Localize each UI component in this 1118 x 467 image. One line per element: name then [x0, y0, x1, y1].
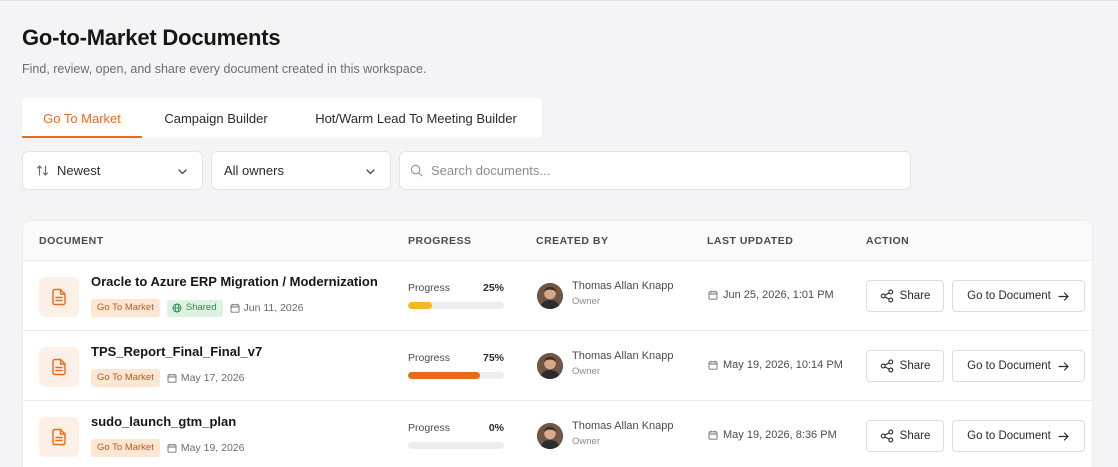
document-meta: Go To Market May 17, 2026 — [91, 369, 245, 387]
last-updated: May 19, 2026, 10:14 PM — [708, 359, 843, 371]
column-header-document: DOCUMENT — [39, 235, 104, 247]
document-title[interactable]: sudo_launch_gtm_plan — [91, 414, 236, 429]
share-button-label: Share — [899, 360, 931, 372]
calendar-icon — [708, 360, 718, 370]
documents-table: DOCUMENT PROGRESS CREATED BY LAST UPDATE… — [22, 220, 1093, 467]
progress-percent: 75% — [483, 352, 505, 364]
share-button[interactable]: Share — [866, 280, 944, 312]
owner-name: Thomas Allan Knapp — [572, 350, 674, 362]
share-icon — [880, 429, 893, 443]
progress-label: Progress — [408, 352, 451, 364]
tab-lead-to-meeting-builder[interactable]: Hot/Warm Lead To Meeting Builder — [290, 98, 542, 138]
column-header-created-by: CREATED BY — [536, 235, 609, 247]
avatar — [537, 353, 563, 379]
calendar-icon — [708, 430, 718, 440]
shared-badge-label: Shared — [185, 301, 217, 313]
last-updated: May 19, 2026, 8:36 PM — [708, 429, 837, 441]
created-date-text: May 19, 2026 — [180, 442, 245, 454]
owner-role: Owner — [572, 296, 600, 307]
progress-fill — [408, 302, 432, 309]
go-to-document-label: Go to Document — [967, 430, 1051, 442]
sort-select[interactable]: Newest — [22, 151, 203, 190]
avatar — [537, 423, 563, 449]
document-title[interactable]: Oracle to Azure ERP Migration / Moderniz… — [91, 274, 378, 289]
owner-role: Owner — [572, 366, 600, 377]
go-to-document-label: Go to Document — [967, 360, 1051, 372]
share-icon — [880, 289, 893, 303]
arrow-right-icon — [1058, 431, 1069, 441]
document-title[interactable]: TPS_Report_Final_Final_v7 — [91, 344, 262, 359]
created-date: Jun 11, 2026 — [230, 302, 304, 314]
category-badge: Go To Market — [91, 299, 160, 317]
share-icon — [880, 359, 893, 373]
calendar-icon — [167, 373, 177, 383]
progress-bar — [408, 442, 504, 449]
globe-icon — [172, 303, 182, 312]
arrow-right-icon — [1058, 361, 1069, 371]
last-updated: Jun 25, 2026, 1:01 PM — [708, 289, 834, 301]
last-updated-text: May 19, 2026, 8:36 PM — [723, 429, 837, 441]
avatar — [537, 283, 563, 309]
calendar-icon — [167, 443, 177, 453]
owner-name: Thomas Allan Knapp — [572, 420, 674, 432]
share-button[interactable]: Share — [866, 420, 944, 452]
owner-name: Thomas Allan Knapp — [572, 280, 674, 292]
document-icon — [39, 347, 79, 387]
category-badge: Go To Market — [91, 369, 160, 387]
created-date-text: May 17, 2026 — [180, 372, 245, 384]
arrow-right-icon — [1058, 291, 1069, 301]
column-header-progress: PROGRESS — [408, 235, 472, 247]
created-date-text: Jun 11, 2026 — [243, 302, 304, 314]
created-date: May 17, 2026 — [167, 372, 245, 384]
go-to-document-button[interactable]: Go to Document — [952, 350, 1085, 382]
tab-go-to-market[interactable]: Go To Market — [22, 98, 142, 138]
sort-icon — [36, 164, 49, 177]
progress-percent: 0% — [488, 422, 504, 434]
search-input[interactable] — [431, 163, 891, 178]
chevron-down-icon — [177, 165, 188, 180]
table-row: TPS_Report_Final_Final_v7 Go To Market M… — [23, 331, 1092, 401]
search-icon — [410, 164, 423, 177]
progress-percent: 25% — [483, 282, 505, 294]
document-icon — [39, 417, 79, 457]
tab-campaign-builder[interactable]: Campaign Builder — [142, 98, 290, 138]
go-to-document-label: Go to Document — [967, 290, 1051, 302]
last-updated-text: Jun 25, 2026, 1:01 PM — [723, 289, 834, 301]
go-to-document-button[interactable]: Go to Document — [952, 280, 1085, 312]
document-meta: Go To Market May 19, 2026 — [91, 439, 245, 457]
progress-fill — [408, 372, 480, 379]
chevron-down-icon — [365, 165, 376, 180]
column-header-last-updated: LAST UPDATED — [707, 235, 794, 247]
table-row: sudo_launch_gtm_plan Go To Market May 19… — [23, 401, 1092, 467]
owner-select[interactable]: All owners — [211, 151, 391, 190]
column-header-action: ACTION — [866, 235, 910, 247]
last-updated-text: May 19, 2026, 10:14 PM — [723, 359, 843, 371]
progress-bar — [408, 302, 504, 309]
share-button-label: Share — [899, 430, 931, 442]
share-button-label: Share — [899, 290, 931, 302]
progress-bar — [408, 372, 504, 379]
calendar-icon — [230, 303, 239, 313]
page-subtitle: Find, review, open, and share every docu… — [22, 62, 427, 76]
go-to-document-button[interactable]: Go to Document — [952, 420, 1085, 452]
table-header: DOCUMENT PROGRESS CREATED BY LAST UPDATE… — [23, 221, 1092, 261]
page-title: Go-to-Market Documents — [22, 25, 281, 50]
owner-select-value: All owners — [224, 163, 284, 178]
document-meta: Go To Market Shared Jun 11, 2026 — [91, 299, 303, 317]
progress-label: Progress — [408, 422, 451, 434]
share-button[interactable]: Share — [866, 350, 944, 382]
calendar-icon — [708, 290, 718, 300]
sort-select-value: Newest — [57, 163, 101, 178]
created-date: May 19, 2026 — [167, 442, 245, 454]
shared-badge: Shared — [166, 299, 223, 317]
progress-label: Progress — [408, 282, 451, 294]
document-icon — [39, 277, 79, 317]
search-box — [399, 151, 911, 190]
owner-role: Owner — [572, 436, 600, 447]
table-row: Oracle to Azure ERP Migration / Moderniz… — [23, 261, 1092, 331]
tab-bar: Go To Market Campaign Builder Hot/Warm L… — [22, 98, 542, 138]
category-badge: Go To Market — [91, 439, 160, 457]
